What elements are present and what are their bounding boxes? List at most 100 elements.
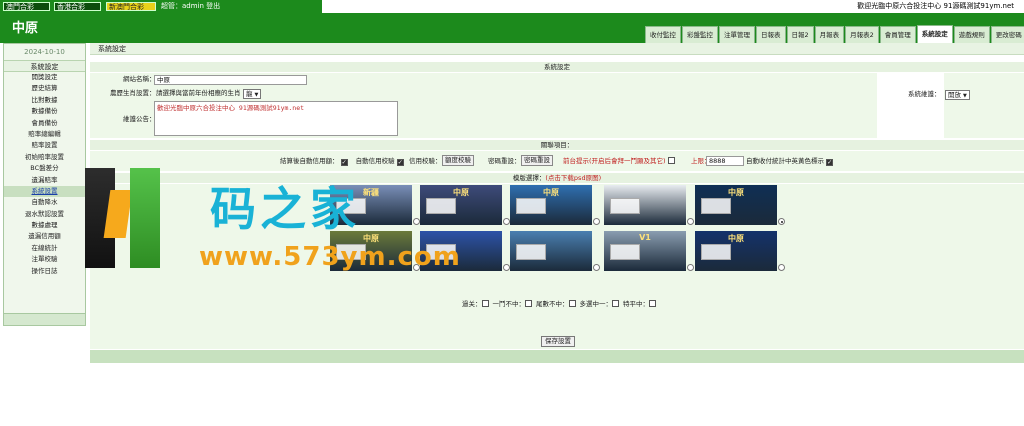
front-display-checkbox[interactable]	[667, 157, 675, 164]
pass-rule-label: 特平中：	[623, 300, 649, 308]
chevron-down-icon: ▼	[963, 93, 967, 99]
template-login-box	[516, 244, 546, 260]
nav-tab-3[interactable]: 日報表	[756, 26, 786, 43]
site-name-input[interactable]: 中原	[154, 75, 307, 85]
save-button[interactable]: 保存設置	[541, 336, 575, 347]
template-thumbnail[interactable]	[510, 231, 592, 271]
sidebar-item-1[interactable]: 歷史結算	[4, 83, 85, 94]
front-display-text: 前台提示(开启后會拜一鬥顯及其它)	[563, 157, 666, 165]
template-radio[interactable]	[503, 264, 510, 271]
page-footer	[90, 350, 1024, 363]
limit-input[interactable]: 8888	[706, 156, 744, 166]
nav-tab-9[interactable]: 遊戲規則	[953, 26, 990, 43]
lottery-macau-button[interactable]: 澳門合彩	[3, 2, 50, 11]
pass-rule-checkbox[interactable]	[649, 300, 656, 307]
template-thumbnail[interactable]: 中原	[695, 185, 777, 225]
sidebar-item-5[interactable]: 賠率總編輯	[4, 129, 85, 140]
nav-tab-10[interactable]: 更改密碼	[990, 26, 1024, 43]
template-thumbnail[interactable]: 中原	[695, 231, 777, 271]
template-title: 中原	[728, 234, 744, 243]
auto-credit-row: 結算後自動信用額： ✓ 自動信用校驗 ✓	[280, 156, 404, 166]
auto-credit-check-checkbox[interactable]: ✓	[396, 159, 404, 166]
system-maintenance-select[interactable]: 開放 ▼	[945, 90, 970, 100]
template-thumbnail[interactable]	[604, 185, 686, 225]
nav-tab-7[interactable]: 會員管理	[879, 26, 916, 43]
site-name-label: 網站名稱：	[123, 75, 156, 83]
zodiac-hint: 請選擇與當前年份相應的生肖	[156, 89, 241, 97]
watermark-url: www.573ym.com	[199, 242, 461, 272]
template-radio[interactable]	[593, 264, 600, 271]
sidebar-footer	[4, 313, 85, 325]
front-display-label: 前台提示(开启后會拜一鬥顯及其它)	[563, 156, 675, 166]
auto-credit-check-label: 自動信用校驗	[355, 157, 395, 165]
template-radio[interactable]	[503, 218, 510, 225]
sidebar-item-9[interactable]: 遺漏賠率	[4, 175, 85, 186]
sidebar-item-8[interactable]: BC盤差分	[4, 163, 85, 174]
sidebar-item-17[interactable]: 操作日誌	[4, 266, 85, 277]
sidebar-item-12[interactable]: 退水默認設置	[4, 209, 85, 220]
template-thumbnail[interactable]: 中原	[510, 185, 592, 225]
sidebar-item-16[interactable]: 注單校驗	[4, 254, 85, 265]
chevron-down-icon: ▼	[254, 92, 259, 98]
nav-tab-4[interactable]: 日報2	[786, 26, 814, 43]
auto-credit-checkbox[interactable]: ✓	[340, 159, 348, 166]
watermark-text: 码之家	[210, 182, 360, 236]
nav-tab-2[interactable]: 注單管理	[719, 26, 755, 43]
template-radio[interactable]	[687, 218, 694, 225]
zodiac-label: 農歷生肖設置：	[110, 89, 156, 97]
auto-credit-label: 結算後自動信用額：	[280, 157, 339, 165]
pass-rule-checkbox[interactable]	[612, 300, 619, 307]
sidebar-item-10[interactable]: 系統設置	[4, 185, 85, 198]
template-login-box	[516, 198, 546, 214]
pass-rule-label: 多選中一：	[579, 300, 613, 308]
nav-tab-8[interactable]: 系統設定	[916, 25, 953, 43]
top-bar: 澳門合彩 香港合彩 新澳門合彩 超管：admin 登出 歡迎光臨中原六合投注中心…	[0, 0, 1024, 13]
pass-rule-label: 一鬥不中：	[492, 300, 526, 308]
template-radio[interactable]	[593, 218, 600, 225]
system-maintenance-label: 系統維護：	[908, 90, 941, 98]
sidebar-item-15[interactable]: 在線統計	[4, 243, 85, 254]
template-radio[interactable]	[687, 264, 694, 271]
nav-tab-5[interactable]: 月報表	[814, 26, 845, 43]
settings-panel-right	[944, 73, 1024, 138]
sidebar-item-11[interactable]: 自動降水	[4, 197, 85, 208]
template-radio[interactable]	[778, 264, 785, 271]
sidebar-item-13[interactable]: 數據處理	[4, 220, 85, 231]
auto-stat-row: 自動收付統計中英黃色標示 ✓	[746, 156, 834, 166]
template-login-box	[610, 244, 640, 260]
auto-stat-checkbox[interactable]: ✓	[826, 159, 834, 166]
sidebar-section-title: 系統設定	[4, 60, 85, 72]
sidebar-item-4[interactable]: 會員備份	[4, 118, 85, 129]
template-section-label: 模版選擇：	[512, 174, 546, 182]
sidebar-item-7[interactable]: 初始賠率設置	[4, 152, 85, 163]
watermark-logo-bar-right	[130, 168, 160, 268]
password-reset-label: 密碼重設：	[488, 157, 521, 165]
zodiac-select[interactable]: 龍 ▼	[243, 89, 262, 99]
nav-tab-1[interactable]: 彩盤監控	[682, 26, 718, 43]
sidebar-item-6[interactable]: 賠率設置	[4, 140, 85, 151]
nav-tab-6[interactable]: 月報表2	[845, 26, 879, 43]
sidebar-item-0[interactable]: 開獎設定	[4, 72, 85, 83]
notice-textarea[interactable]: 歡迎光臨中原六合投注中心 91源碼測試91ym.net	[154, 101, 398, 136]
sidebar-item-2[interactable]: 比對數據	[4, 95, 85, 106]
pass-rule-label: 過关：	[462, 300, 482, 308]
sidebar-date: 2024-10-10	[24, 48, 65, 56]
template-title: V1	[639, 233, 651, 242]
lottery-hongkong-button[interactable]: 香港合彩	[54, 2, 101, 11]
section-header-settings: 系統設定	[90, 62, 1024, 72]
pass-rule-checkbox[interactable]	[525, 300, 532, 307]
sidebar-item-3[interactable]: 數據備份	[4, 106, 85, 117]
sidebar-item-14[interactable]: 遺漏信用額	[4, 231, 85, 242]
pass-rule-checkbox[interactable]	[568, 300, 576, 307]
pass-rule-checkbox[interactable]	[481, 300, 489, 307]
nav-tab-0[interactable]: 收付監控	[645, 26, 681, 43]
pass-rule-row: 過关： 一鬥不中： 尾數不中： 多選中一： 特平中：	[462, 299, 660, 309]
template-login-box	[701, 198, 731, 214]
admin-status[interactable]: 超管：admin 登出	[161, 2, 220, 11]
lottery-new-macau-button[interactable]: 新澳門合彩	[106, 2, 156, 11]
template-radio[interactable]	[778, 218, 785, 225]
template-download-link[interactable]: (点击下载psd原图)	[545, 174, 601, 182]
template-thumbnail[interactable]: V1	[604, 231, 686, 271]
password-reset-button[interactable]: 密碼重設	[521, 155, 553, 166]
credit-check-button[interactable]: 額度校驗	[442, 155, 474, 166]
